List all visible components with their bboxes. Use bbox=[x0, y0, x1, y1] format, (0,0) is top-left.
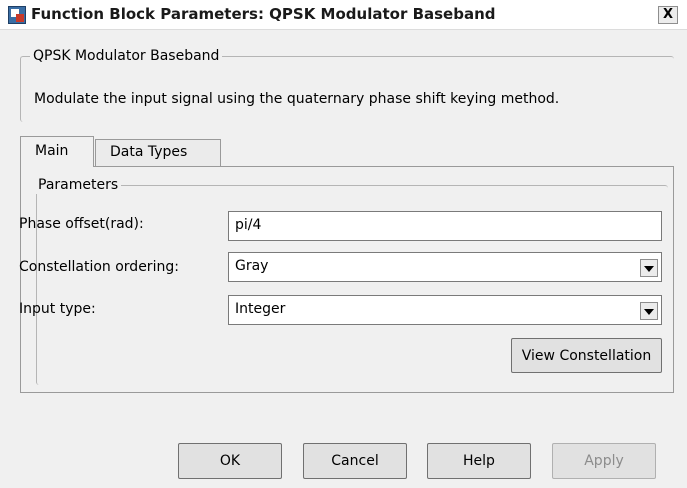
dialog-window: Function Block Parameters: QPSK Modulato… bbox=[0, 0, 687, 488]
constellation-ordering-value: Gray bbox=[235, 258, 269, 274]
input-type-select[interactable]: Integer bbox=[228, 295, 662, 325]
block-description: Modulate the input signal using the quat… bbox=[34, 91, 560, 107]
help-button[interactable]: Help bbox=[427, 443, 531, 479]
input-type-label: Input type: bbox=[19, 301, 96, 317]
view-constellation-button[interactable]: View Constellation bbox=[511, 338, 662, 373]
tab-main[interactable]: Main bbox=[20, 136, 94, 167]
close-button[interactable]: X bbox=[658, 6, 678, 24]
apply-button[interactable]: Apply bbox=[552, 443, 656, 479]
parameters-group-title: Parameters bbox=[35, 176, 122, 194]
ok-button[interactable]: OK bbox=[178, 443, 282, 479]
constellation-ordering-label: Constellation ordering: bbox=[19, 259, 179, 275]
chevron-down-icon[interactable] bbox=[640, 259, 658, 277]
phase-offset-input[interactable]: pi/4 bbox=[228, 211, 662, 241]
constellation-ordering-select[interactable]: Gray bbox=[228, 252, 662, 282]
title-bar[interactable]: Function Block Parameters: QPSK Modulato… bbox=[0, 0, 687, 30]
window-title: Function Block Parameters: QPSK Modulato… bbox=[31, 5, 496, 23]
chevron-down-icon[interactable] bbox=[640, 302, 658, 320]
input-type-value: Integer bbox=[235, 301, 286, 317]
description-group-title: QPSK Modulator Baseband bbox=[30, 47, 223, 65]
description-group: QPSK Modulator Baseband Modulate the inp… bbox=[20, 47, 674, 122]
simulink-block-icon bbox=[8, 6, 26, 24]
phase-offset-label: Phase offset(rad): bbox=[19, 216, 144, 232]
tab-data-types[interactable]: Data Types bbox=[95, 139, 221, 167]
cancel-button[interactable]: Cancel bbox=[303, 443, 407, 479]
